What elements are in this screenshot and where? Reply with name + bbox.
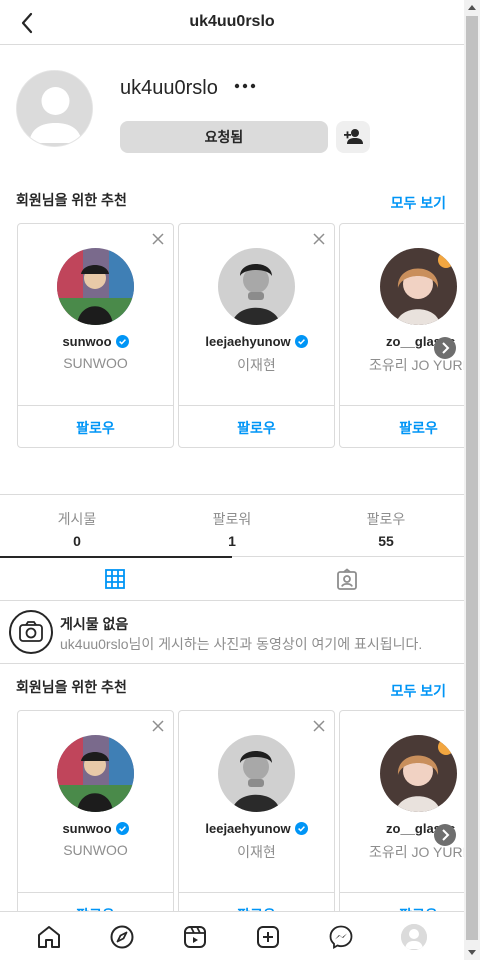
requested-button[interactable]: 요청됨 — [120, 121, 328, 153]
avatar[interactable] — [218, 735, 295, 812]
suggestion-handle[interactable]: leejaehyunow — [179, 334, 334, 349]
suggestion-card: leejaehyunow 이재현 팔로우 — [178, 223, 335, 448]
following-stat[interactable]: 팔로우 55 — [309, 509, 463, 549]
suggestion-card: leejaehyunow 이재현 팔로우 — [178, 710, 335, 935]
chevron-right-icon — [442, 829, 450, 841]
followers-label: 팔로워 — [212, 511, 252, 527]
followers-stat[interactable]: 팔로워 1 — [155, 509, 309, 549]
carousel-next-button[interactable] — [434, 824, 456, 846]
verified-badge-icon — [115, 335, 129, 348]
follow-button[interactable]: 팔로우 — [179, 418, 334, 438]
suggestion-fullname: 이재현 — [237, 844, 276, 860]
divider — [179, 405, 334, 406]
avatar — [16, 70, 93, 147]
profile-page: uk4uu0rslo uk4uu0rslo 요청됨 회원님을 위한 추천 모두 … — [0, 0, 464, 960]
page-title: uk4uu0rslo — [189, 13, 275, 30]
see-all-link[interactable]: 모두 보기 — [391, 681, 446, 701]
suggestions-heading: 회원님을 위한 추천 — [16, 679, 127, 695]
suggestion-card: zo__glasss 조유리 JO YURI 팔로우 — [339, 223, 464, 448]
reels-icon[interactable] — [182, 924, 208, 950]
tagged-icon[interactable] — [335, 568, 359, 592]
no-posts-section: 게시물 없음 uk4uu0rslo님이 게시하는 사진과 동영상이 여기에 표시… — [0, 601, 464, 664]
bottom-navigation — [0, 911, 464, 960]
new-post-icon[interactable] — [255, 924, 281, 950]
divider — [340, 405, 464, 406]
add-user-icon — [344, 129, 363, 144]
no-posts-title: 게시물 없음 — [60, 616, 129, 632]
chevron-right-icon — [442, 342, 450, 354]
suggestion-card: sunwoo SUNWOO 팔로우 — [17, 223, 174, 448]
following-count: 55 — [378, 533, 394, 549]
scroll-up-arrow[interactable] — [468, 5, 476, 10]
divider — [18, 405, 173, 406]
profile-photo-icon — [218, 248, 295, 325]
default-avatar-icon — [17, 71, 92, 146]
profile-username: uk4uu0rslo — [120, 77, 218, 99]
top-bar: uk4uu0rslo — [0, 0, 464, 45]
follow-button[interactable]: 팔로우 — [18, 418, 173, 438]
scrollbar-thumb[interactable] — [466, 16, 478, 940]
more-options-icon[interactable] — [233, 76, 257, 96]
close-icon[interactable] — [312, 719, 326, 733]
avatar[interactable] — [380, 248, 457, 325]
suggestion-handle[interactable]: leejaehyunow — [179, 821, 334, 836]
camera-icon — [9, 610, 53, 654]
follow-button[interactable]: 팔로우 — [340, 418, 464, 438]
profile-stats: 게시물 0 팔로워 1 팔로우 55 — [0, 494, 464, 556]
no-posts-description: uk4uu0rslo님이 게시하는 사진과 동영상이 여기에 표시됩니다. — [60, 636, 423, 652]
verified-badge-icon — [294, 335, 308, 348]
close-icon[interactable] — [151, 232, 165, 246]
messenger-icon[interactable] — [328, 924, 354, 950]
profile-photo-icon — [57, 735, 134, 812]
profile-photo-icon — [57, 248, 134, 325]
grid-icon[interactable] — [104, 568, 126, 590]
avatar[interactable] — [57, 735, 134, 812]
posts-count: 0 — [73, 533, 81, 549]
suggestion-card: sunwoo SUNWOO 팔로우 — [17, 710, 174, 935]
suggestion-fullname: 이재현 — [237, 357, 276, 373]
close-icon[interactable] — [151, 719, 165, 733]
scroll-down-arrow[interactable] — [468, 950, 476, 955]
suggestions-heading: 회원님을 위한 추천 — [16, 192, 127, 208]
suggestion-fullname: SUNWOO — [63, 355, 128, 371]
suggest-users-button[interactable] — [336, 121, 370, 153]
suggestion-fullname: SUNWOO — [63, 842, 128, 858]
profile-photo-icon — [380, 735, 457, 812]
see-all-link[interactable]: 모두 보기 — [391, 193, 446, 213]
posts-label: 게시물 — [57, 511, 97, 527]
divider — [340, 892, 464, 893]
divider — [18, 892, 173, 893]
default-avatar-icon — [401, 924, 427, 950]
suggestion-handle[interactable]: sunwoo — [18, 821, 173, 836]
verified-badge-icon — [294, 822, 308, 835]
close-icon[interactable] — [312, 232, 326, 246]
profile-photo-icon — [218, 735, 295, 812]
verified-badge-icon — [115, 822, 129, 835]
carousel-next-button[interactable] — [434, 337, 456, 359]
active-tab-indicator — [0, 556, 232, 558]
avatar[interactable] — [57, 248, 134, 325]
explore-icon[interactable] — [109, 924, 135, 950]
avatar[interactable] — [380, 735, 457, 812]
avatar[interactable] — [218, 248, 295, 325]
home-icon[interactable] — [36, 924, 62, 950]
divider — [179, 892, 334, 893]
vertical-scrollbar[interactable] — [464, 0, 480, 960]
suggestion-handle[interactable]: sunwoo — [18, 334, 173, 349]
profile-avatar-nav[interactable] — [401, 924, 427, 950]
profile-photo-icon — [380, 248, 457, 325]
posts-stat: 게시물 0 — [0, 509, 154, 549]
profile-tabs — [0, 556, 464, 601]
followers-count: 1 — [228, 533, 236, 549]
suggestion-card: zo__glasss 조유리 JO YURI 팔로우 — [339, 710, 464, 935]
following-label: 팔로우 — [366, 511, 406, 527]
